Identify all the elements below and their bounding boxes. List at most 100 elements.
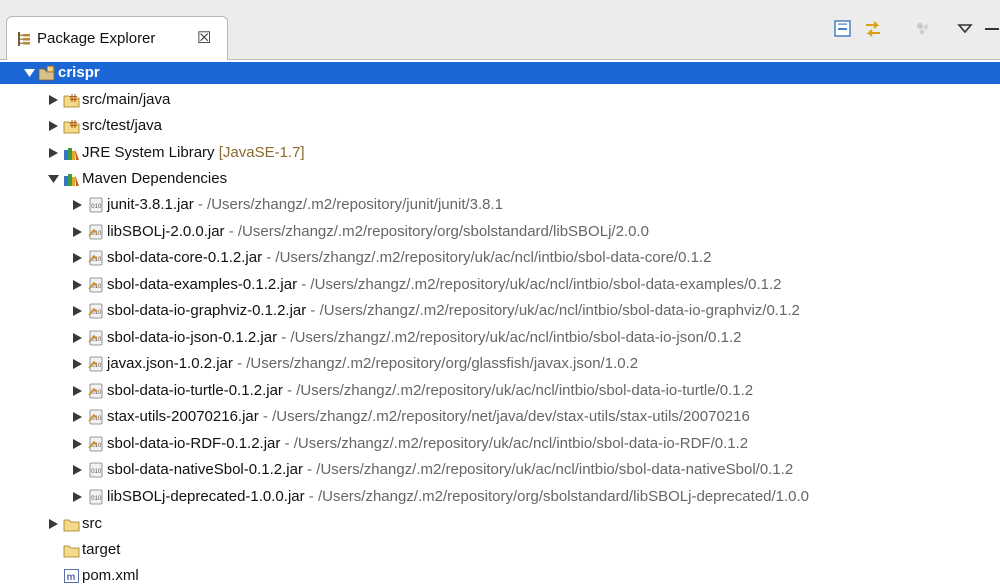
tree-item-jar[interactable]: 010 sbol-data-io-RDF-0.1.2.jar - /Users/z…: [0, 433, 1000, 455]
tree-item-src-folder[interactable]: src: [0, 513, 1000, 535]
tree-item-jar[interactable]: 010 sbol-data-nativeSbol-0.1.2.jar - /Use…: [0, 459, 1000, 481]
src-main-label: src/main/java: [82, 91, 171, 108]
chevron-right-icon[interactable]: [72, 386, 83, 396]
view-menu-icon[interactable]: [954, 18, 976, 40]
tree-item-jar[interactable]: 010 sbol-data-core-0.1.2.jar - /Users/zha…: [0, 247, 1000, 269]
jar-name: libSBOLj-2.0.0.jar: [107, 223, 225, 240]
project-label: crispr: [58, 64, 100, 81]
jar-name: sbol-data-nativeSbol-0.1.2.jar: [107, 461, 303, 478]
jar-text: junit-3.8.1.jar - /Users/zhangz/.m2/repo…: [107, 194, 503, 216]
jar-text: libSBOLj-2.0.0.jar - /Users/zhangz/.m2/r…: [107, 221, 649, 243]
chevron-right-icon[interactable]: [72, 227, 83, 237]
jar-path: - /Users/zhangz/.m2/repository/junit/jun…: [193, 196, 504, 213]
jar-path: - /Users/zhangz/.m2/repository/uk/ac/ncl…: [262, 249, 712, 266]
jar-text: stax-utils-20070216.jar - /Users/zhangz/…: [107, 406, 750, 428]
jar-name: junit-3.8.1.jar: [107, 196, 194, 213]
tree-item-jar[interactable]: 010 libSBOLj-2.0.0.jar - /Users/zhangz/.m…: [0, 221, 1000, 243]
tree-item-jar[interactable]: 010 sbol-data-io-json-0.1.2.jar - /Users/…: [0, 327, 1000, 349]
collapse-all-icon[interactable]: [832, 18, 854, 40]
jar-path: - /Users/zhangz/.m2/repository/org/glass…: [232, 355, 639, 372]
svg-text:010: 010: [91, 204, 102, 210]
source-jar-icon: 010: [88, 224, 103, 240]
link-with-editor-icon[interactable]: [862, 18, 884, 40]
chevron-down-icon[interactable]: [24, 68, 35, 78]
jar-name: sbol-data-io-turtle-0.1.2.jar: [107, 382, 283, 399]
tree-item-jar[interactable]: 010 stax-utils-20070216.jar - /Users/zhan…: [0, 406, 1000, 428]
jar-name: sbol-data-examples-0.1.2.jar: [107, 276, 298, 293]
jar-text: sbol-data-examples-0.1.2.jar - /Users/zh…: [107, 274, 781, 296]
chevron-right-icon[interactable]: [72, 492, 83, 502]
jar-name: libSBOLj-deprecated-1.0.0.jar: [107, 488, 305, 505]
src-test-label: src/test/java: [82, 117, 163, 134]
jar-name: sbol-data-io-graphviz-0.1.2.jar: [107, 302, 307, 319]
chevron-right-icon[interactable]: [72, 465, 83, 475]
source-jar-icon: 010: [88, 383, 103, 399]
maven-label: Maven Dependencies: [82, 170, 228, 187]
chevron-right-icon[interactable]: [72, 412, 83, 422]
chevron-right-icon[interactable]: [72, 333, 83, 343]
source-folder-icon: [63, 120, 80, 134]
jre-text: JRE System Library [JavaSE-1.7]: [82, 142, 305, 164]
chevron-down-icon[interactable]: [48, 174, 59, 184]
source-jar-icon: 010: [88, 436, 103, 452]
minimize-icon[interactable]: [980, 18, 1000, 40]
svg-text:m: m: [67, 572, 76, 583]
chevron-right-icon[interactable]: [48, 121, 59, 131]
jar-path: - /Users/zhangz/.m2/repository/uk/ac/ncl…: [306, 302, 800, 319]
java-project-icon: M: [38, 65, 55, 81]
tree-item-jar[interactable]: 010 libSBOLj-deprecated-1.0.0.jar - /User…: [0, 486, 1000, 508]
chevron-right-icon[interactable]: [72, 439, 83, 449]
binary-jar-icon: 010: [89, 489, 103, 505]
chevron-right-icon[interactable]: [72, 359, 83, 369]
chevron-right-icon[interactable]: [72, 306, 83, 316]
folder-icon: [63, 545, 80, 558]
tab-title: Package Explorer: [37, 30, 156, 47]
jar-name: javax.json-1.0.2.jar: [107, 355, 233, 372]
tree-item-project[interactable]: M crispr: [0, 62, 1000, 84]
tree-item-maven-dependencies[interactable]: Maven Dependencies: [0, 168, 1000, 190]
view-toolbar-area: Package Explorer ☒: [0, 0, 1000, 60]
jar-text: sbol-data-nativeSbol-0.1.2.jar - /Users/…: [107, 459, 793, 481]
library-icon: [64, 174, 79, 186]
tree-item-jar[interactable]: 010 sbol-data-examples-0.1.2.jar - /Users…: [0, 274, 1000, 296]
source-jar-icon: 010: [88, 303, 103, 319]
jar-path: - /Users/zhangz/.m2/repository/org/sbols…: [224, 223, 649, 240]
jar-name: sbol-data-io-RDF-0.1.2.jar: [107, 435, 281, 452]
src-folder-label: src: [82, 515, 102, 532]
tab-package-explorer[interactable]: Package Explorer ☒: [6, 16, 228, 60]
source-jar-icon: 010: [88, 409, 103, 425]
jar-path: - /Users/zhangz/.m2/repository/uk/ac/ncl…: [302, 461, 794, 478]
tree-item-jar[interactable]: 010 sbol-data-io-turtle-0.1.2.jar - /User…: [0, 380, 1000, 402]
chevron-right-icon[interactable]: [48, 519, 59, 529]
jar-path: - /Users/zhangz/.m2/repository/uk/ac/ncl…: [282, 382, 754, 399]
jar-text: sbol-data-core-0.1.2.jar - /Users/zhangz…: [107, 247, 711, 269]
maven-pom-icon: m: [64, 569, 79, 583]
chevron-right-icon[interactable]: [72, 280, 83, 290]
tree-item-jar[interactable]: 010 sbol-data-io-graphviz-0.1.2.jar - /Us…: [0, 300, 1000, 322]
jar-text: sbol-data-io-graphviz-0.1.2.jar - /Users…: [107, 300, 800, 322]
tree-item-jar[interactable]: 010 junit-3.8.1.jar - /Users/zhangz/.m2/r…: [0, 194, 1000, 216]
jar-text: sbol-data-io-turtle-0.1.2.jar - /Users/z…: [107, 380, 753, 402]
jar-path: - /Users/zhangz/.m2/repository/uk/ac/ncl…: [280, 435, 749, 452]
jar-path: - /Users/zhangz/.m2/repository/org/sbols…: [304, 488, 810, 505]
tree-item-src-main[interactable]: src/main/java: [0, 89, 1000, 111]
jre-label: JRE System Library: [82, 144, 215, 161]
binary-jar-icon: 010: [89, 462, 103, 478]
svg-text:010: 010: [91, 496, 102, 502]
binary-jar-icon: 010: [89, 197, 103, 213]
jar-name: sbol-data-io-json-0.1.2.jar: [107, 329, 278, 346]
tree-item-jar[interactable]: 010 javax.json-1.0.2.jar - /Users/zhangz/…: [0, 353, 1000, 375]
close-icon[interactable]: ☒: [197, 28, 211, 48]
chevron-right-icon[interactable]: [48, 148, 59, 158]
tree-item-jre[interactable]: JRE System Library [JavaSE-1.7]: [0, 142, 1000, 164]
tree-item-src-test[interactable]: src/test/java: [0, 115, 1000, 137]
tree-item-target-folder[interactable]: target: [0, 539, 1000, 561]
chevron-right-icon[interactable]: [72, 253, 83, 263]
source-jar-icon: 010: [88, 356, 103, 372]
focus-icon[interactable]: [912, 18, 934, 40]
chevron-right-icon[interactable]: [72, 200, 83, 210]
jar-path: - /Users/zhangz/.m2/repository/uk/ac/ncl…: [297, 276, 782, 293]
source-jar-icon: 010: [88, 250, 103, 266]
chevron-right-icon[interactable]: [48, 95, 59, 105]
target-folder-label: target: [82, 541, 121, 558]
